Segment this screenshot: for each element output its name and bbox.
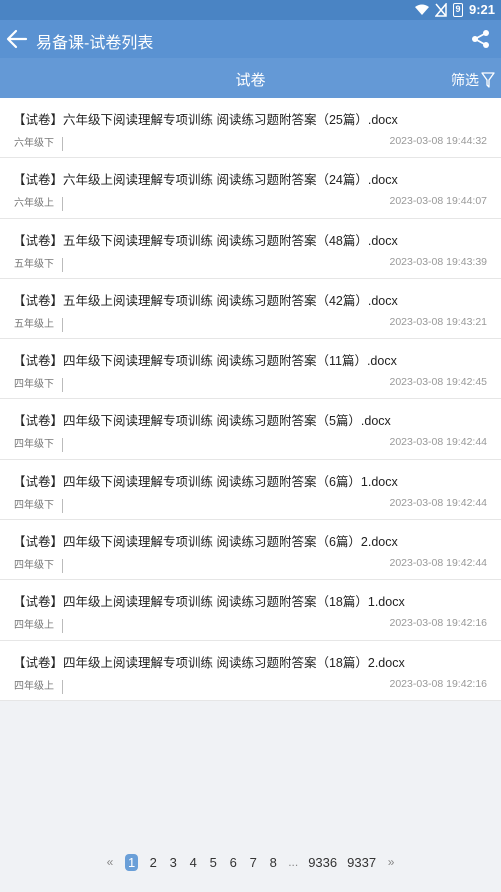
filter-label: 筛选 (451, 72, 479, 88)
pagination-next[interactable]: » (386, 855, 396, 869)
filter-icon (481, 72, 495, 88)
signal-off-icon (434, 2, 447, 17)
item-timestamp: 2023-03-08 19:42:45 (389, 376, 488, 389)
status-icons: 9 9:21 (414, 2, 495, 17)
item-title: 【试卷】四年级下阅读理解专项训练 阅读练习题附答案（5篇）.docx (13, 414, 391, 429)
item-title: 【试卷】六年级下阅读理解专项训练 阅读练习题附答案（25篇）.docx (13, 113, 398, 127)
item-grade: 五年级下 (14, 257, 63, 272)
page-3[interactable]: 3 (168, 855, 178, 870)
list-item[interactable]: 【试卷】四年级下阅读理解专项训练 阅读练习题附答案（11篇）.docx 四年级下 2… (0, 339, 501, 400)
clock: 9:21 (468, 2, 495, 17)
item-grade: 六年级下 (14, 137, 63, 151)
item-timestamp: 2023-03-08 19:42:16 (389, 677, 488, 690)
list-item[interactable]: 【试卷】四年级下阅读理解专项训练 阅读练习题附答案（6篇）1.docx 四年级下 2… (0, 460, 501, 521)
list-item[interactable]: 【试卷】四年级下阅读理解专项训练 阅读练习题附答案（6篇）2.docx 四年级下 2… (0, 520, 501, 581)
item-grade: 四年级下 (14, 498, 63, 513)
item-timestamp: 2023-03-08 19:42:44 (389, 496, 488, 509)
list-item[interactable]: 【试卷】五年级上阅读理解专项训练 阅读练习题附答案（42篇）.docx 五年级上 2… (0, 279, 501, 340)
item-title: 【试卷】五年级下阅读理解专项训练 阅读练习题附答案（48篇）.docx (13, 233, 398, 248)
page-9336[interactable]: 9336 (308, 855, 337, 870)
tab-bar: 试卷 筛选 (0, 58, 501, 98)
list-item[interactable]: 【试卷】四年级下阅读理解专项训练 阅读练习题附答案（5篇）.docx 四年级下 20… (0, 399, 501, 460)
battery-icon: 9 (452, 2, 463, 17)
item-grade: 四年级上 (14, 679, 63, 694)
item-title: 【试卷】四年级下阅读理解专项训练 阅读练习题附答案（6篇）1.docx (13, 474, 398, 489)
filter-button[interactable]: 筛选 (451, 70, 495, 90)
page-5[interactable]: 5 (208, 855, 218, 870)
page-2[interactable]: 2 (148, 855, 158, 870)
app-bar: 易备课-试卷列表 (0, 20, 501, 58)
list-item[interactable]: 【试卷】五年级下阅读理解专项训练 阅读练习题附答案（48篇）.docx 五年级下 2… (0, 219, 501, 279)
arrow-left-icon[interactable] (6, 28, 28, 50)
page-title: 易备课-试卷列表 (36, 35, 154, 52)
list-item[interactable]: 【试卷】六年级下阅读理解专项训练 阅读练习题附答案（25篇）.docx 六年级下 2… (0, 98, 501, 159)
item-grade: 四年级下 (14, 559, 63, 574)
item-timestamp: 2023-03-08 19:43:39 (389, 255, 488, 268)
item-timestamp: 2023-03-08 19:44:07 (389, 195, 488, 208)
pagination-prev[interactable]: « (105, 855, 115, 869)
item-title: 【试卷】五年级上阅读理解专项训练 阅读练习题附答案（42篇）.docx (13, 293, 398, 308)
item-timestamp: 2023-03-08 19:44:32 (389, 135, 488, 147)
status-bar: 9 9:21 (0, 0, 501, 20)
item-timestamp: 2023-03-08 19:42:44 (389, 557, 488, 570)
pagination: « 1 2 3 4 5 6 7 8 ... 9336 9337 » (0, 851, 501, 873)
item-grade: 六年级上 (14, 197, 63, 212)
page-4[interactable]: 4 (188, 855, 198, 870)
item-grade: 四年级上 (14, 619, 63, 634)
item-timestamp: 2023-03-08 19:42:44 (389, 436, 488, 449)
item-title: 【试卷】四年级上阅读理解专项训练 阅读练习题附答案（18篇）1.docx (13, 595, 405, 610)
list-item[interactable]: 【试卷】六年级上阅读理解专项训练 阅读练习题附答案（24篇）.docx 六年级上 2… (0, 158, 501, 219)
page-7[interactable]: 7 (248, 855, 258, 870)
page-6[interactable]: 6 (228, 855, 238, 870)
page-8[interactable]: 8 (268, 855, 278, 870)
share-icon[interactable] (471, 29, 491, 49)
list-item[interactable]: 【试卷】四年级上阅读理解专项训练 阅读练习题附答案（18篇）1.docx 四年级上… (0, 580, 501, 641)
item-title: 【试卷】四年级下阅读理解专项训练 阅读练习题附答案（6篇）2.docx (13, 535, 398, 550)
pagination-ellipsis: ... (288, 855, 299, 869)
tab-title: 试卷 (235, 72, 266, 89)
item-title: 【试卷】四年级上阅读理解专项训练 阅读练习题附答案（18篇）2.docx (13, 655, 405, 670)
list-item[interactable]: 【试卷】四年级上阅读理解专项训练 阅读练习题附答案（18篇）2.docx 四年级上… (0, 641, 501, 701)
paper-list: 【试卷】六年级下阅读理解专项训练 阅读练习题附答案（25篇）.docx 六年级下 2… (0, 98, 501, 701)
item-grade: 五年级上 (14, 317, 63, 332)
item-grade: 四年级下 (14, 378, 63, 393)
item-title: 【试卷】六年级上阅读理解专项训练 阅读练习题附答案（24篇）.docx (13, 173, 398, 188)
item-title: 【试卷】四年级下阅读理解专项训练 阅读练习题附答案（11篇）.docx (13, 354, 397, 369)
page-1[interactable]: 1 (124, 853, 139, 871)
item-timestamp: 2023-03-08 19:43:21 (389, 315, 488, 328)
item-timestamp: 2023-03-08 19:42:16 (389, 617, 488, 630)
item-grade: 四年级下 (14, 438, 63, 453)
page-9337[interactable]: 9337 (347, 855, 376, 870)
wifi-icon (414, 4, 429, 15)
